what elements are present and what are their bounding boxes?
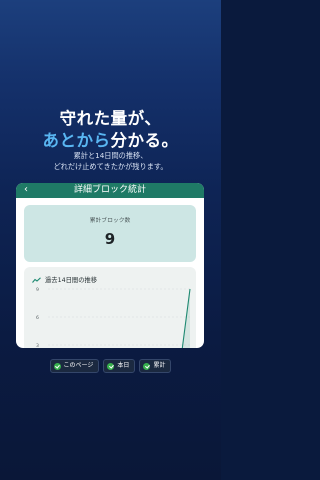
feature-pills: このページ 本日 累計 xyxy=(0,359,221,373)
total-blocks-value: 9 xyxy=(104,230,116,248)
back-arrow-icon[interactable]: ‹ xyxy=(24,183,28,196)
trend-title: 過去14日間の推移 xyxy=(45,277,98,284)
trend-chart-icon xyxy=(32,276,41,283)
headline-accent: あとから xyxy=(42,131,111,150)
subtitle: 累計と14日間の推移、 どれだけ止めてきたかが残ります。 xyxy=(0,150,221,172)
promo-screen: 守れた量が、 あとから分かる。 累計と14日間の推移、 どれだけ止めてきたかが残… xyxy=(0,0,221,480)
y-tick-label: 3 xyxy=(36,343,39,348)
check-icon xyxy=(53,362,61,370)
app-bar: ‹ 詳細ブロック統計 xyxy=(16,183,204,198)
series-area xyxy=(182,289,190,348)
series-line xyxy=(181,288,191,348)
y-tick-label: 9 xyxy=(36,287,39,293)
subtitle-line-2: どれだけ止めてきたかが残ります。 xyxy=(53,162,168,171)
pill-label: このページ xyxy=(63,362,94,369)
headline-line-1: 守れた量が、 xyxy=(59,109,162,128)
app-bar-title: 詳細ブロック統計 xyxy=(73,185,146,195)
y-tick-label: 6 xyxy=(36,315,39,321)
subtitle-line-1: 累計と14日間の推移、 xyxy=(73,151,148,160)
total-blocks-card: 累計ブロック数 9 xyxy=(24,205,196,262)
pill-label: 累計 xyxy=(153,362,166,369)
headline-line-2: あとから分かる。 xyxy=(0,130,221,152)
phone-preview: ‹ 詳細ブロック統計 累計ブロック数 9 9 6 3 過去14日間の推移 xyxy=(16,183,204,348)
pill-label: 本日 xyxy=(117,362,130,369)
trend-card: 9 6 3 過去14日間の推移 xyxy=(24,267,196,348)
trend-header: 過去14日間の推移 xyxy=(32,275,97,284)
total-blocks-label: 累計ブロック数 xyxy=(89,218,131,224)
headline-rest: 分かる。 xyxy=(110,131,179,150)
pill-this-page: このページ xyxy=(49,359,100,373)
pill-today: 本日 xyxy=(103,359,136,373)
check-icon xyxy=(107,362,115,370)
check-icon xyxy=(143,362,151,370)
headline: 守れた量が、 あとから分かる。 xyxy=(0,108,221,152)
pill-cumulative: 累計 xyxy=(139,359,172,373)
